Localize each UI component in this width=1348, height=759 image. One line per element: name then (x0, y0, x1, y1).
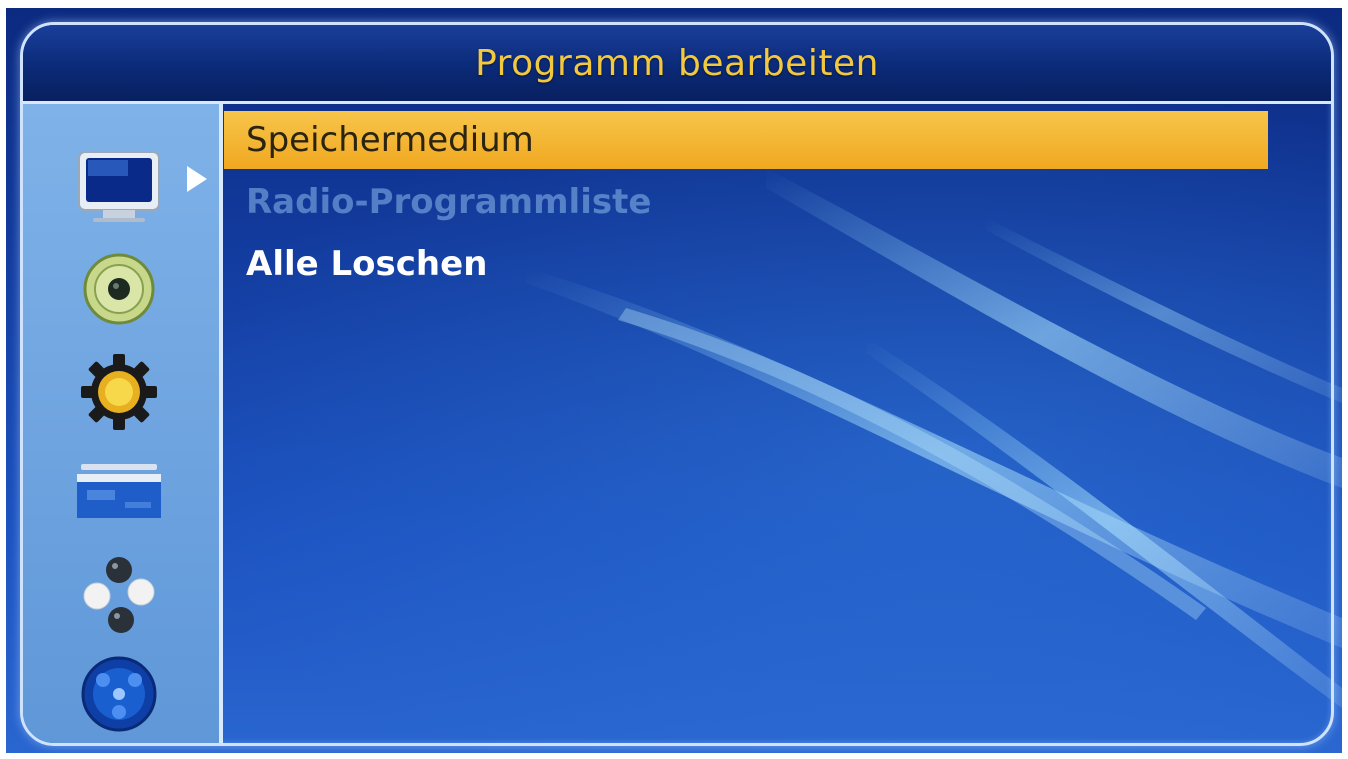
menu-item-label: Speichermedium (246, 120, 534, 160)
menu-item-label: Radio-Programmliste (246, 182, 652, 222)
selection-arrow-icon (187, 166, 207, 192)
menu-item-label: Alle Loschen (246, 244, 488, 284)
page-title: Programm bearbeiten (475, 42, 879, 84)
disc-icon[interactable] (73, 654, 165, 734)
screen: Programm bearbeiten Speichermedium Radio… (6, 8, 1342, 753)
menu-item-alle-loschen[interactable]: Alle Loschen (224, 235, 1268, 293)
title-bar: Programm bearbeiten (23, 25, 1331, 104)
menu-item-speichermedium[interactable]: Speichermedium (224, 111, 1268, 169)
media-player-icon[interactable] (73, 454, 165, 534)
speaker-icon[interactable] (73, 249, 165, 329)
tv-icon[interactable] (73, 144, 165, 224)
menu-list: Speichermedium Radio-Programmliste Alle … (224, 111, 1268, 297)
settings-gear-icon[interactable] (73, 352, 165, 432)
category-sidebar (23, 104, 223, 743)
menu-item-radio-programmliste[interactable]: Radio-Programmliste (224, 173, 1268, 231)
games-icon[interactable] (73, 556, 165, 636)
